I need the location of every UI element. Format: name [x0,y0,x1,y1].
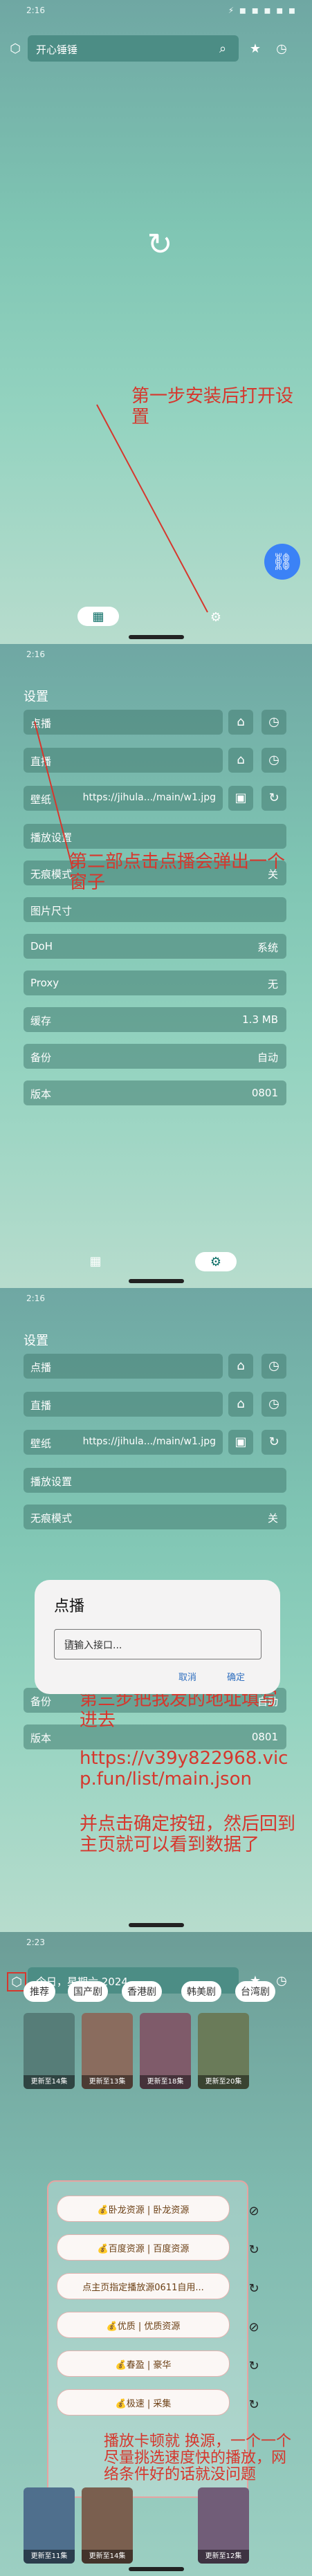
block-icon[interactable]: ⊘ [246,2203,262,2220]
refresh-icon[interactable]: ↻ [246,2358,262,2375]
wallpaper-refresh-button[interactable]: ↻ [261,1430,286,1455]
status-time: 2:23 [26,1938,45,1947]
note-step-4: 播放卡顿就 换源，一个一个尽量挑选速度快的播放，网络条件好的话就没问题 [104,2433,291,2483]
gear-icon: ⚙ [210,1254,222,1269]
link-fab-button[interactable]: ⛓ [264,544,300,580]
home-indicator [129,635,184,639]
folder-icon[interactable]: 🗀 [64,1635,253,1659]
chip-domestic[interactable]: 国产剧 [68,1981,108,2002]
status-bar: 2:23 [0,1932,312,1951]
video-tile[interactable]: 更新至12集 [198,2487,249,2564]
calendar-icon[interactable]: ▦ [87,1253,104,1269]
block-icon[interactable]: ⊘ [246,2319,262,2336]
setting-playback[interactable]: 播放设置 [24,1468,286,1493]
calendar-icon: ▦ [92,609,104,624]
status-bar: 2:16 [0,1288,312,1307]
video-tile[interactable]: 更新至11集 [24,2487,75,2564]
home-indicator [129,1923,184,1927]
video-tile[interactable]: 更新至14集 [24,2013,75,2089]
frame-2: 2:16 设置 点播 ⌂ ◷ 直播 ⌂ ◷ 壁纸 https://jihula.… [0,644,312,1288]
source-item[interactable]: 💰春盈 | 豪华 [57,2350,230,2377]
vod-dialog: 点播 请输入接口... 🗀 取消 确定 [35,1580,280,1694]
video-tile[interactable]: 更新至13集 [82,2013,133,2089]
live-home-button[interactable]: ⌂ [228,1392,253,1417]
chip-us-kr[interactable]: 韩美剧 [181,1981,221,2002]
gear-icon[interactable]: ⚙ [208,609,224,625]
settings-title: 设置 [24,1334,48,1348]
home-indicator [129,1279,184,1283]
api-input[interactable]: 请输入接口... 🗀 [54,1629,261,1659]
note-step-3-detail: 并点击确定按钮，然后回到主页就可以看到数据了 [80,1814,296,1855]
source-item[interactable]: 💰优质 | 优质资源 [57,2312,230,2338]
note-url: https://v39y822968.vicp.fun/list/main.js… [80,1748,288,1790]
home-indicator [129,2567,184,2571]
source-item[interactable]: 💰百度资源 | 百度资源 [57,2234,230,2261]
setting-vod[interactable]: 点播 [24,1354,223,1379]
note-step-3: 第三步把我发的地址填写进去 [80,1689,278,1731]
source-item[interactable]: 💰卧龙资源 | 卧龙资源 [57,2196,230,2222]
source-item[interactable]: 点主页指定播放源0611自用... [57,2273,230,2299]
history-icon[interactable]: ◷ [273,1972,290,1989]
source-item[interactable]: 💰极速 | 采集 [57,2389,230,2416]
video-tile[interactable]: 更新至14集 [82,2487,133,2564]
refresh-icon[interactable]: ↻ [246,2397,262,2413]
chip-tw[interactable]: 台湾剧 [235,1981,275,2002]
cancel-button[interactable]: 取消 [178,1670,196,1683]
annotation-arrow [96,404,208,613]
video-tile[interactable]: 更新至20集 [198,2013,249,2089]
confirm-button[interactable]: 确定 [227,1670,245,1683]
refresh-icon[interactable]: ↻ [246,2242,262,2258]
setting-live[interactable]: 直播 [24,1392,223,1417]
chip-hk[interactable]: 香港剧 [122,1981,162,2002]
chip-recommend[interactable]: 推荐 [24,1981,55,2002]
vod-history-button[interactable]: ◷ [261,1354,286,1379]
live-history-button[interactable]: ◷ [261,1392,286,1417]
frame-1: 2:16 ⚡ ◼ ◼ ◼ ◼ ◼ ⬡ 开心锤锤 ⌕ ★ ◷ ↻ 第一步安装后打开… [0,0,312,644]
refresh-icon[interactable]: ↻ [246,2281,262,2297]
dialog-title: 点播 [54,1598,85,1615]
setting-wallpaper[interactable]: 壁纸 https://jihula.../main/w1.jpg [24,1430,223,1455]
wallpaper-image-button[interactable]: ▣ [228,1430,253,1455]
annotation-arrow [34,721,73,870]
vod-home-button[interactable]: ⌂ [228,1354,253,1379]
status-time: 2:16 [26,1294,45,1303]
video-tile[interactable]: 更新至18集 [140,2013,191,2089]
setting-incognito[interactable]: 无痕模式关 [24,1505,286,1529]
